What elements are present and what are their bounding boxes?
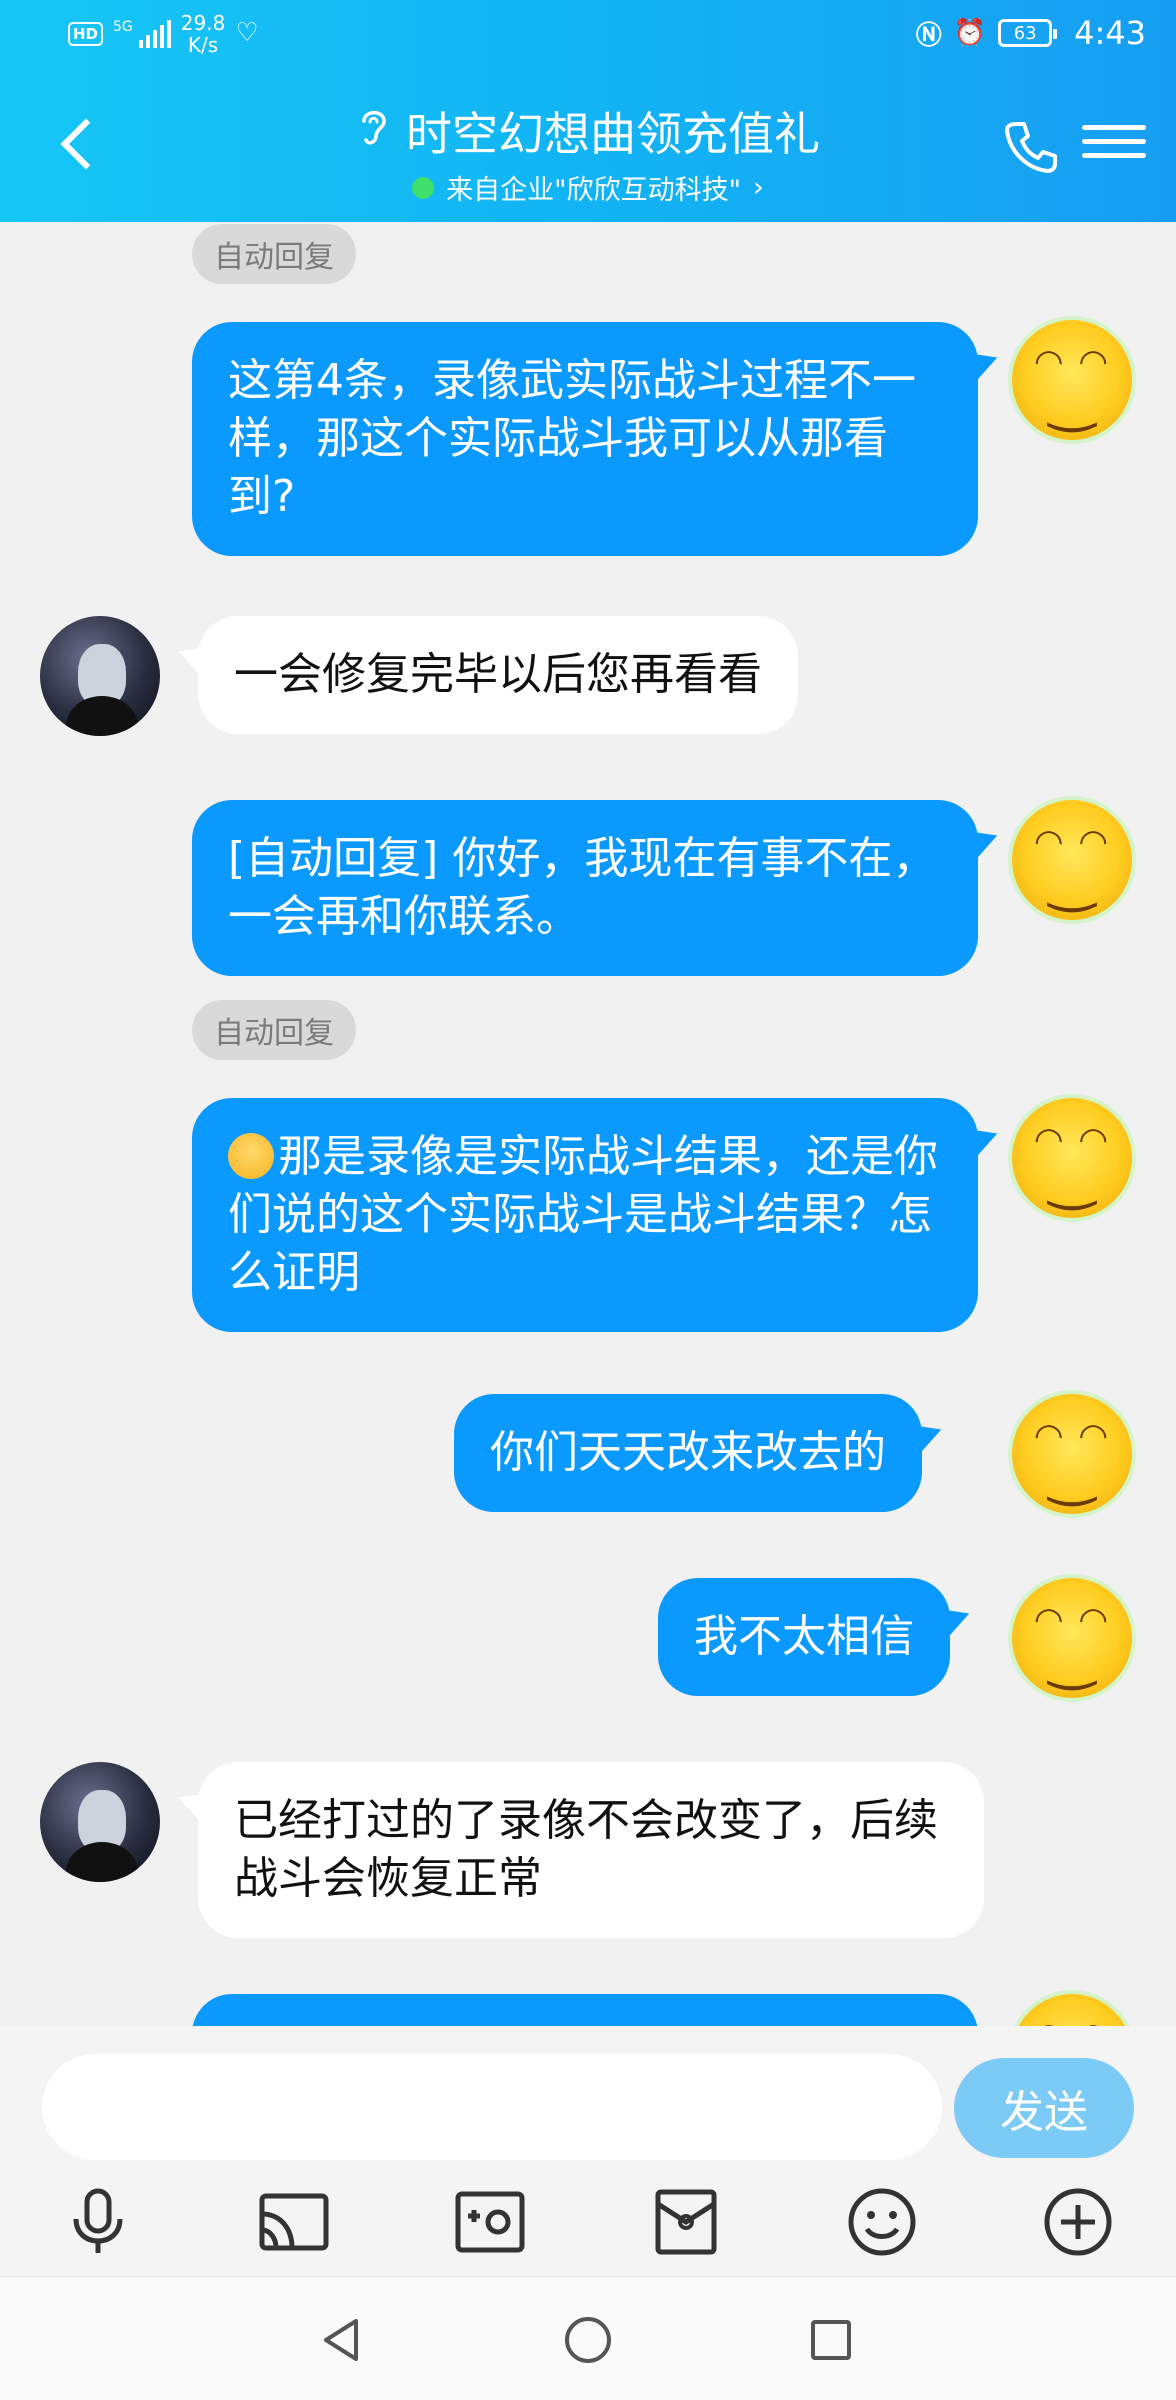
my-avatar[interactable]: [1012, 1394, 1132, 1514]
my-avatar[interactable]: [1012, 1098, 1132, 1218]
chat-subtitle[interactable]: 来自企业"欣欣互动科技" ›: [412, 168, 764, 207]
emoji-button[interactable]: [842, 2182, 922, 2262]
chat-title: 时空幻想曲领充值礼: [406, 107, 820, 161]
message-bubble-outgoing[interactable]: 这第4条，录像武实际战斗过程不一样，那这个实际战斗我可以从那看到?: [192, 322, 978, 556]
gift-icon: [655, 2189, 717, 2255]
my-avatar[interactable]: [1012, 1994, 1132, 2026]
chat-title-row[interactable]: 时空幻想曲领充值礼: [356, 98, 820, 164]
message-bubble-outgoing[interactable]: 我不太相信: [658, 1578, 950, 1696]
hd-badge: HD: [68, 22, 104, 46]
system-back-button[interactable]: [306, 2305, 376, 2375]
speed-unit: K/s: [187, 33, 219, 57]
my-avatar[interactable]: [1012, 1578, 1132, 1698]
auto-reply-tag: 自动回复: [192, 1000, 356, 1060]
message-bubble-outgoing[interactable]: 你们天天改来改去的: [454, 1394, 922, 1512]
message-text: 那是录像是实际战斗结果，还是你们说的这个实际战斗是战斗结果？怎么证明: [228, 1131, 938, 1298]
circle-home-icon: [565, 2317, 611, 2363]
message-input[interactable]: [42, 2054, 942, 2160]
system-navigation-bar: [0, 2276, 1176, 2400]
network-speed: 29.8 K/s: [181, 12, 226, 56]
company-label: 来自企业"欣欣互动科技": [446, 175, 742, 206]
message-bubble-incoming[interactable]: 一会修复完毕以后您再看看: [198, 616, 798, 734]
square-recents-icon: [811, 2320, 851, 2360]
speed-value: 29.8: [180, 11, 226, 35]
ear-icon: [356, 105, 390, 158]
message-bubble-outgoing[interactable]: 那是录像是实际战斗结果，还是你们说的这个实际战斗是战斗结果？怎么证明: [192, 1098, 978, 1332]
system-recents-button[interactable]: [796, 2305, 866, 2375]
camera-icon: [455, 2191, 525, 2253]
chevron-right-icon: ›: [753, 172, 764, 203]
online-status-icon: [412, 176, 435, 199]
frown-emoji-icon: [228, 1133, 274, 1179]
message-bubble-outgoing-partial[interactable]: [192, 1994, 978, 2026]
system-home-button[interactable]: [553, 2305, 623, 2375]
signal-icon: [138, 20, 171, 48]
status-time: 4:43: [1074, 14, 1146, 52]
network-label: 5G: [113, 19, 133, 35]
alarm-icon: ⏰: [953, 18, 987, 48]
nfc-icon: Ⓝ: [915, 20, 942, 51]
send-button[interactable]: 发送: [954, 2058, 1134, 2158]
input-bar: 发送: [0, 2026, 1176, 2276]
contact-avatar[interactable]: [40, 1762, 160, 1882]
top-bar: HD 5G 29.8 K/s ♡ Ⓝ ⏰ 63 4:43 时空幻想曲领充值礼 来…: [0, 0, 1176, 222]
phone-icon: [1005, 122, 1057, 173]
triangle-back-icon: [324, 2319, 358, 2361]
microphone-icon: [73, 2188, 123, 2253]
health-icon: ♡: [235, 18, 259, 48]
camera-button[interactable]: [450, 2182, 530, 2262]
battery-level: 63: [1013, 22, 1037, 44]
gift-button[interactable]: [646, 2182, 726, 2262]
auto-reply-tag: 自动回复: [192, 224, 356, 284]
call-button[interactable]: [996, 112, 1066, 182]
my-avatar[interactable]: [1012, 320, 1132, 440]
menu-button[interactable]: [1082, 116, 1146, 176]
plus-icon: [1044, 2188, 1112, 2256]
my-avatar[interactable]: [1012, 800, 1132, 920]
more-button[interactable]: [1038, 2182, 1118, 2262]
battery-icon: 63: [998, 19, 1058, 47]
emoji-icon: [848, 2188, 916, 2256]
message-bubble-incoming[interactable]: 已经打过的了录像不会改变了，后续战斗会恢复正常: [198, 1762, 984, 1938]
message-bubble-outgoing[interactable]: [自动回复] 你好，我现在有事不在，一会再和你联系。: [192, 800, 978, 976]
status-bar: HD 5G 29.8 K/s ♡ Ⓝ ⏰ 63 4:43: [0, 0, 1176, 72]
microphone-button[interactable]: [58, 2182, 138, 2262]
cast-icon: [259, 2193, 329, 2251]
contact-avatar[interactable]: [40, 616, 160, 736]
chat-area[interactable]: 自动回复 这第4条，录像武实际战斗过程不一样，那这个实际战斗我可以从那看到? 一…: [0, 222, 1176, 2026]
screen-share-button[interactable]: [254, 2182, 334, 2262]
